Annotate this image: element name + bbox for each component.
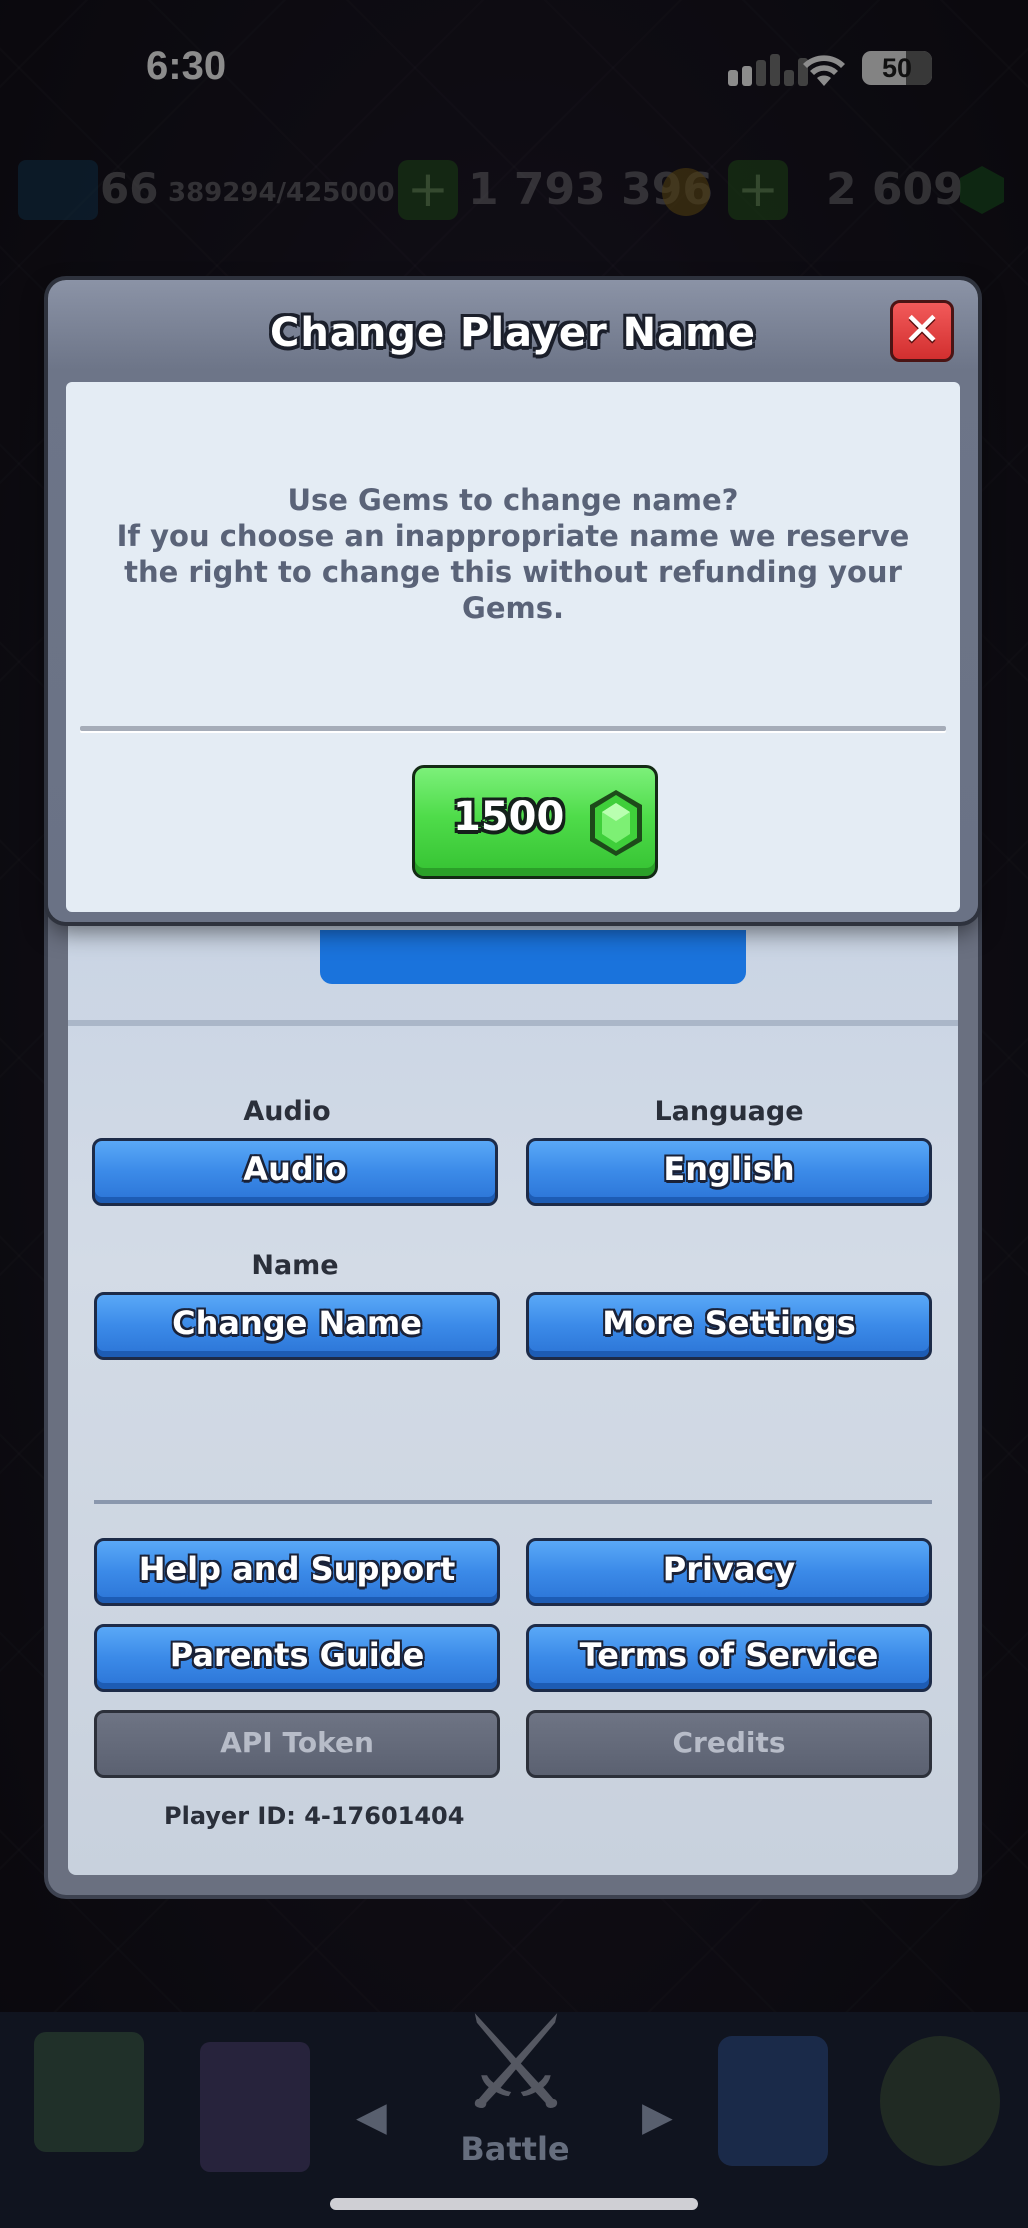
close-button[interactable]: ✕	[890, 300, 954, 362]
battle-swords-icon[interactable]: ⚔	[446, 1998, 586, 2138]
change-name-button[interactable]: Change Name	[94, 1292, 500, 1360]
audio-button[interactable]: Audio	[92, 1138, 498, 1206]
api-token-button[interactable]: API Token	[94, 1710, 500, 1778]
home-indicator[interactable]	[330, 2198, 698, 2210]
section-divider	[68, 1020, 958, 1026]
dialog-question: Use Gems to change name?	[287, 483, 739, 517]
language-button[interactable]: English	[526, 1138, 932, 1206]
close-icon: ✕	[902, 302, 942, 356]
help-and-support-button[interactable]: Help and Support	[94, 1538, 500, 1606]
credits-button[interactable]: Credits	[526, 1710, 932, 1778]
dialog-divider	[80, 726, 946, 731]
more-settings-button[interactable]: More Settings	[526, 1292, 932, 1360]
chevron-right-icon: ▶	[642, 2094, 673, 2140]
name-label: Name	[251, 1250, 339, 1281]
settings-divider	[94, 1500, 932, 1504]
bottom-navigation: ◀ ⚔ ▶	[0, 1998, 1028, 2228]
connected-button[interactable]	[320, 930, 746, 984]
clan-tab-icon[interactable]	[718, 2036, 828, 2166]
dialog-message: Use Gems to change name? If you choose a…	[106, 482, 920, 626]
chevron-left-icon: ◀	[356, 2094, 387, 2140]
change-name-dialog: Change Player Name ✕ Use Gems to change …	[48, 280, 978, 922]
privacy-button[interactable]: Privacy	[526, 1538, 932, 1606]
dialog-title: Change Player Name	[270, 310, 756, 356]
cards-tab-icon[interactable]	[200, 2042, 310, 2172]
dialog-warning: If you choose an inappropriate name we r…	[116, 519, 910, 625]
parents-guide-button[interactable]: Parents Guide	[94, 1624, 500, 1692]
shop-tab-icon[interactable]	[34, 2032, 144, 2152]
confirm-gem-button[interactable]: 1500	[412, 765, 658, 879]
dialog-body: Use Gems to change name? If you choose a…	[66, 382, 960, 912]
terms-of-service-button[interactable]: Terms of Service	[526, 1624, 932, 1692]
audio-label: Audio	[243, 1096, 331, 1127]
gem-cost: 1500	[453, 794, 565, 840]
gem-icon	[590, 790, 642, 856]
battle-tab-label: Battle	[460, 2130, 570, 2168]
events-tab-icon[interactable]	[880, 2036, 1000, 2166]
language-label: Language	[654, 1096, 804, 1127]
player-id: Player ID: 4-17601404	[164, 1802, 465, 1830]
